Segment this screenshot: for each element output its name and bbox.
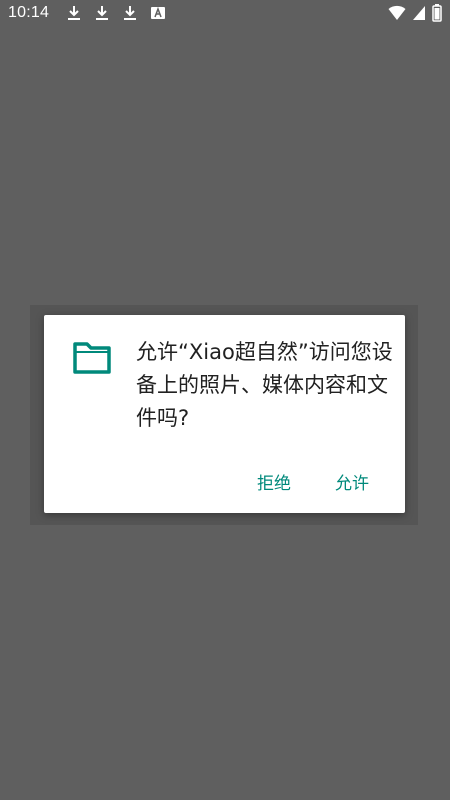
download-icon <box>96 6 108 20</box>
allow-button[interactable]: 允许 <box>335 469 369 494</box>
signal-icon <box>413 6 425 20</box>
system-icons <box>388 4 442 22</box>
battery-icon <box>432 4 442 22</box>
screen: 10:14 允许“Xiao超自然”访问您设备上的照片、媒体内容和文件吗? 拒绝 … <box>0 0 450 800</box>
a-app-icon <box>151 6 165 19</box>
download-icon <box>124 6 136 20</box>
wifi-icon <box>388 5 406 20</box>
deny-button[interactable]: 拒绝 <box>257 469 291 494</box>
status-time: 10:14 <box>8 4 50 21</box>
folder-icon <box>73 342 111 374</box>
download-icon <box>68 6 80 20</box>
dialog-buttons: 拒绝 允许 <box>257 469 369 494</box>
status-bar: 10:14 <box>0 0 450 28</box>
permission-dialog: 允许“Xiao超自然”访问您设备上的照片、媒体内容和文件吗? 拒绝 允许 <box>44 315 405 513</box>
notification-icons <box>66 5 166 21</box>
permission-message: 允许“Xiao超自然”访问您设备上的照片、媒体内容和文件吗? <box>136 340 393 430</box>
